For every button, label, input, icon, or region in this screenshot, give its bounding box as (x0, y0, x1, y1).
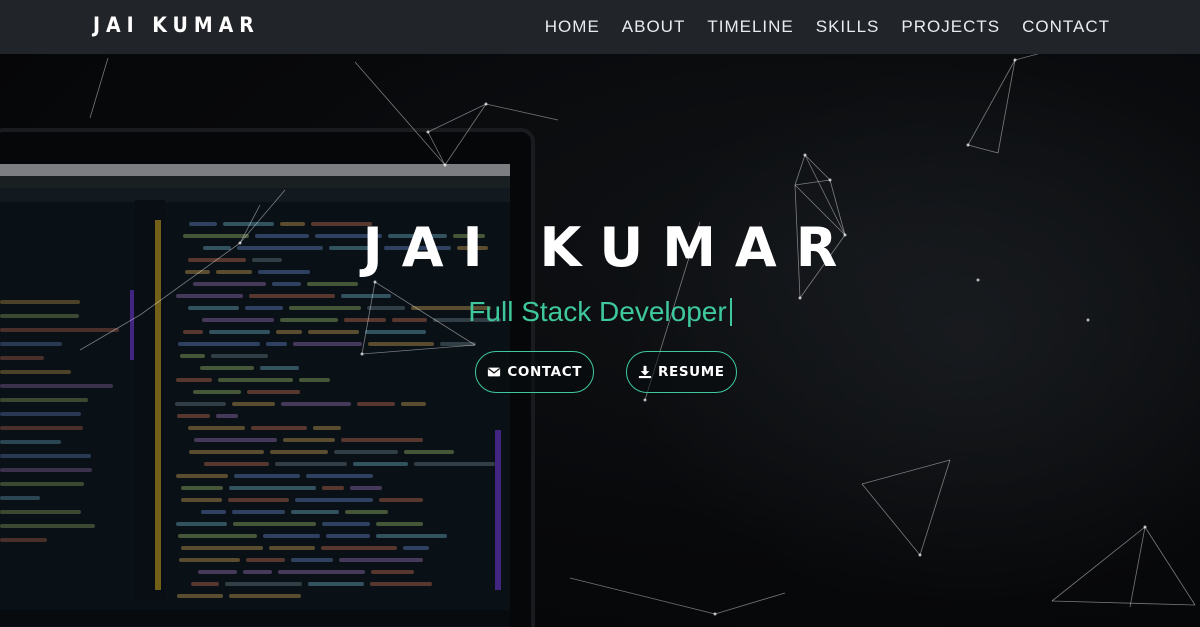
contact-button[interactable]: CONTACT (475, 351, 595, 393)
contact-button-label: CONTACT (507, 364, 583, 380)
resume-button-label: RESUME (658, 364, 725, 380)
hero-subtitle-text: Full Stack Developer (468, 296, 727, 327)
nav-item-about[interactable]: ABOUT (622, 17, 686, 37)
nav-item-timeline[interactable]: TIMELINE (707, 17, 793, 37)
nav-item-contact[interactable]: CONTACT (1022, 17, 1110, 37)
typing-caret (729, 298, 732, 326)
nav-item-skills[interactable]: SKILLS (816, 17, 880, 37)
envelope-icon (488, 367, 501, 377)
resume-button[interactable]: RESUME (626, 351, 737, 393)
nav-item-home[interactable]: HOME (545, 17, 600, 37)
nav-item-projects[interactable]: PROJECTS (901, 17, 1000, 37)
brand-logo[interactable]: JAI KUMAR (93, 13, 260, 37)
hero-buttons: CONTACT RESUME (0, 351, 1200, 393)
navbar: JAI KUMAR HOME ABOUT TIMELINE SKILLS PRO… (0, 0, 1200, 54)
nav-menu: HOME ABOUT TIMELINE SKILLS PROJECTS CONT… (545, 0, 1110, 54)
download-icon (638, 365, 652, 379)
hero-title: JAI KUMAR (362, 216, 857, 279)
hero-subtitle: Full Stack Developer (0, 296, 1200, 328)
